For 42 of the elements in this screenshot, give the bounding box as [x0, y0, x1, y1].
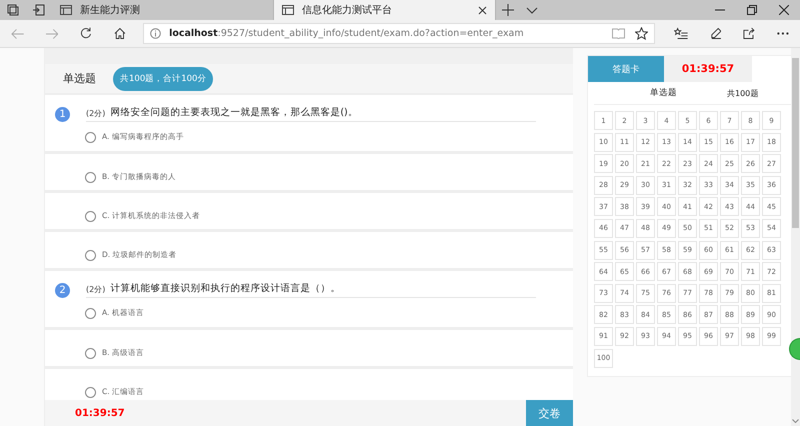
radio-button[interactable]	[85, 386, 96, 398]
question-number: 1	[55, 107, 70, 122]
scrollbar-thumb[interactable]	[792, 58, 799, 228]
submit-button[interactable]: 交卷	[526, 400, 573, 426]
star-icon[interactable]	[634, 27, 648, 40]
share-icon[interactable]	[743, 27, 756, 40]
more-icon[interactable]	[777, 32, 789, 35]
question-count: 共100题	[727, 88, 758, 98]
radio-button[interactable]	[85, 132, 96, 142]
answer-card-tab[interactable]: 答题卡	[588, 56, 664, 82]
tab-page-icon	[60, 5, 72, 15]
refresh-icon[interactable]	[80, 27, 92, 40]
question-text: 计算机能够直接识别和执行的程序设计语言是（）。	[110, 283, 340, 295]
radio-button[interactable]	[85, 250, 96, 260]
question-text: 网络安全问题的主要表现之一就是黑客，那么黑客是()。	[110, 107, 358, 119]
question-points: (2分)	[86, 284, 106, 294]
radio-button[interactable]	[85, 210, 96, 222]
section-title: 单选题	[63, 71, 96, 86]
pen-icon[interactable]	[710, 27, 722, 40]
tab-actions-icon[interactable]	[6, 3, 20, 17]
tab-page-icon	[282, 5, 294, 15]
section-title: 单选题	[650, 87, 677, 99]
set-aside-tabs-icon[interactable]	[32, 3, 46, 17]
new-tab-icon[interactable]	[502, 4, 514, 16]
home-icon[interactable]	[114, 27, 126, 40]
radio-button[interactable]	[85, 172, 96, 182]
favorites-icon[interactable]	[674, 27, 688, 40]
countdown-timer: 01:39:57	[664, 56, 752, 82]
close-icon[interactable]	[779, 5, 789, 15]
restore-icon[interactable]	[747, 5, 757, 15]
countdown-timer: 01:39:57	[75, 408, 125, 418]
browser-tab[interactable]: 信息化能力测试平台	[274, 0, 496, 20]
info-icon[interactable]	[150, 28, 162, 39]
scroll-down-icon[interactable]	[792, 419, 799, 423]
question-points: (2分)	[86, 108, 106, 118]
radio-button[interactable]	[85, 348, 96, 358]
close-tab-icon[interactable]	[478, 6, 487, 14]
summary-badge: 共100题，合计100分	[113, 66, 214, 90]
question-number: 2	[55, 283, 70, 298]
radio-button[interactable]	[85, 308, 96, 318]
address-field[interactable]: localhost:9527/student_ability_info/student/exam.do?action=enter_exam	[143, 23, 655, 44]
scrollbar[interactable]	[791, 48, 800, 426]
